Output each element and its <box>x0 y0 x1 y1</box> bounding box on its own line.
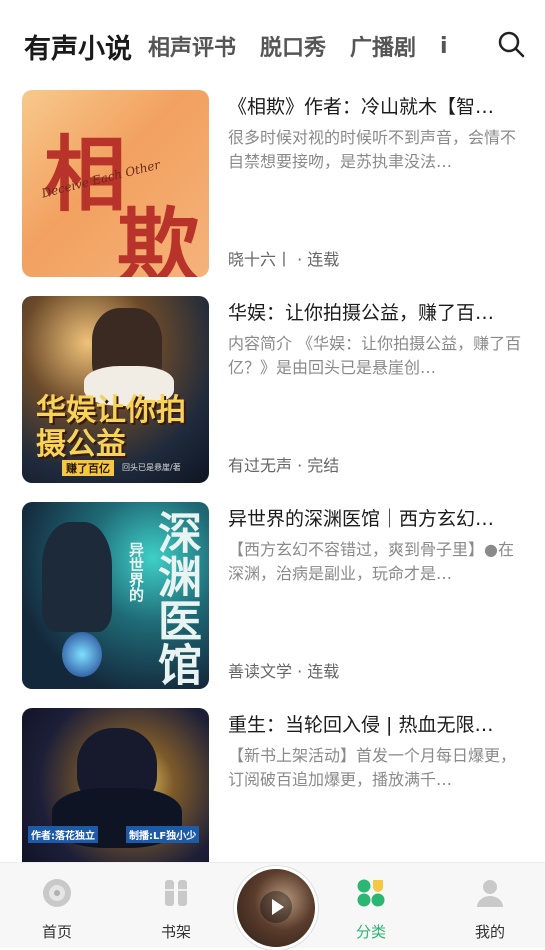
nav-home[interactable]: 首页 <box>17 877 97 942</box>
book-cover[interactable]: 深渊医馆 异世界的 <box>22 502 209 689</box>
category-tabs: 有声小说 相声评书 脱口秀 广播剧 i <box>24 26 450 66</box>
tab-radio-drama[interactable]: 广播剧 <box>350 30 416 62</box>
cover-author: 回头已是悬崖/著 <box>122 463 181 472</box>
nav-label: 分类 <box>355 923 386 941</box>
cover-figure <box>42 522 112 632</box>
book-title: 异世界的深渊医馆｜西方玄幻… <box>228 508 495 530</box>
profile-icon <box>477 880 503 907</box>
book-meta: 晓十六丨 · 连载 <box>228 250 340 269</box>
list-item[interactable]: 作者:落花独立 制播:LF独小少 重生：当轮回入侵 | 热血无限… 【新书上架活… <box>0 706 545 863</box>
book-description: 很多时候对视的时候听不到声音，会情不自禁想要接吻，是苏执聿没法… <box>228 128 517 171</box>
book-list: 相 欺 Deceive Each Other 《相欺》作者：冷山就木【智… 很多… <box>0 88 545 863</box>
nav-profile[interactable]: 我的 <box>450 877 530 942</box>
book-info: 《相欺》作者：冷山就木【智… 很多时候对视的时候听不到声音，会情不自禁想要接吻，… <box>228 94 524 274</box>
book-title: 华娱：让你拍摄公益，赚了百… <box>228 302 495 324</box>
book-cover[interactable]: 相 欺 Deceive Each Other <box>22 90 209 277</box>
book-description: 内容简介 《华娱：让你拍摄公益，赚了百亿？》是由回头已是悬崖创… <box>228 334 522 377</box>
book-info: 华娱：让你拍摄公益，赚了百… 内容简介 《华娱：让你拍摄公益，赚了百亿？》是由回… <box>228 300 524 480</box>
nav-category[interactable]: 分类 <box>331 877 411 942</box>
book-info: 异世界的深渊医馆｜西方玄幻… 【西方玄幻不容错过，爽到骨子里】●在深渊，治病是副… <box>228 506 524 686</box>
book-description: 【新书上架活动】首发一个月每日爆更，订阅破百追加爆更，播放满千… <box>228 746 517 789</box>
nav-label: 首页 <box>41 923 72 941</box>
home-disc-icon <box>43 879 71 907</box>
top-tab-bar: 有声小说 相声评书 脱口秀 广播剧 i <box>0 0 545 88</box>
book-info: 重生：当轮回入侵 | 热血无限… 【新书上架活动】首发一个月每日爆更，订阅破百追… <box>228 712 524 863</box>
cover-author: 作者:落花独立 <box>28 826 98 843</box>
search-icon[interactable] <box>497 30 525 58</box>
cover-title-text: 华娱让你拍摄公益 <box>36 393 186 462</box>
nav-label: 书架 <box>160 923 191 941</box>
nav-label: 我的 <box>474 923 505 941</box>
bookshelf-icon <box>165 880 187 906</box>
book-cover[interactable]: 华娱让你拍摄公益 赚了百亿 回头已是悬崖/著 <box>22 296 209 483</box>
cover-title-glyph: 欺 <box>117 199 200 277</box>
book-title: 《相欺》作者：冷山就木【智… <box>228 96 495 118</box>
cover-subtitle: 赚了百亿 <box>62 460 114 476</box>
book-description: 【西方玄幻不容错过，爽到骨子里】●在深渊，治病是副业，玩命才是… <box>228 540 514 583</box>
tab-talk-show[interactable]: 脱口秀 <box>260 30 326 62</box>
cover-potion <box>62 632 102 677</box>
tab-more[interactable]: i <box>440 34 450 59</box>
cover-title-text: 深渊医馆 <box>150 510 201 686</box>
book-cover[interactable]: 作者:落花独立 制播:LF独小少 <box>22 708 209 863</box>
now-playing-button[interactable] <box>234 866 318 950</box>
list-item[interactable]: 华娱让你拍摄公益 赚了百亿 回头已是悬崖/著 华娱：让你拍摄公益，赚了百… 内容… <box>0 294 545 484</box>
cover-subtitle: 异世界的 <box>127 542 145 602</box>
book-title: 重生：当轮回入侵 | 热血无限… <box>228 714 494 736</box>
play-icon <box>260 891 292 923</box>
list-item[interactable]: 深渊医馆 异世界的 异世界的深渊医馆｜西方玄幻… 【西方玄幻不容错过，爽到骨子里… <box>0 500 545 690</box>
tab-audio-novel[interactable]: 有声小说 <box>24 27 132 66</box>
book-meta: 有过无声 · 完结 <box>228 456 340 475</box>
category-icon <box>357 879 385 907</box>
list-item[interactable]: 相 欺 Deceive Each Other 《相欺》作者：冷山就木【智… 很多… <box>0 88 545 278</box>
cover-maker: 制播:LF独小少 <box>126 826 200 843</box>
nav-bookshelf[interactable]: 书架 <box>136 877 216 942</box>
tab-crosstalk[interactable]: 相声评书 <box>148 30 236 62</box>
book-meta: 善读文学 · 连载 <box>228 662 340 681</box>
